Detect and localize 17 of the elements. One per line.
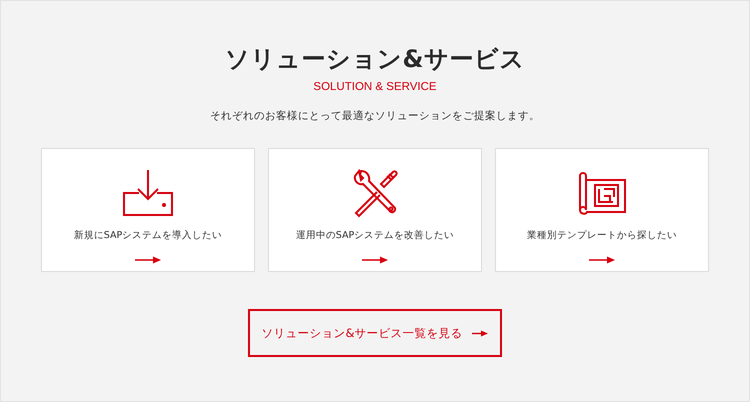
arrow-icon [589,256,615,264]
download-icon [122,169,174,217]
view-all-button[interactable]: ソリューション&サービス一覧を見る [248,309,502,357]
solution-card[interactable]: 新規にSAPシステムを導入したい [41,148,255,272]
arrow-icon [135,256,161,264]
blueprint-icon [577,170,627,216]
wrench-screwdriver-icon [351,168,399,218]
solution-card[interactable]: 運用中のSAPシステムを改善したい [268,148,482,272]
arrow-icon [362,256,388,264]
section-title: ソリューション&サービス [225,44,525,75]
card-label: 新規にSAPシステムを導入したい [74,229,222,242]
card-label: 業種別テンプレートから探したい [527,229,677,242]
section-description: それぞれのお客様にとって最適なソリューションをご提案します。 [210,109,540,123]
arrow-icon [472,330,488,336]
solution-card[interactable]: 業種別テンプレートから探したい [495,148,709,272]
section-subtitle: SOLUTION & SERVICE [313,81,437,93]
card-label: 運用中のSAPシステムを改善したい [296,229,454,242]
